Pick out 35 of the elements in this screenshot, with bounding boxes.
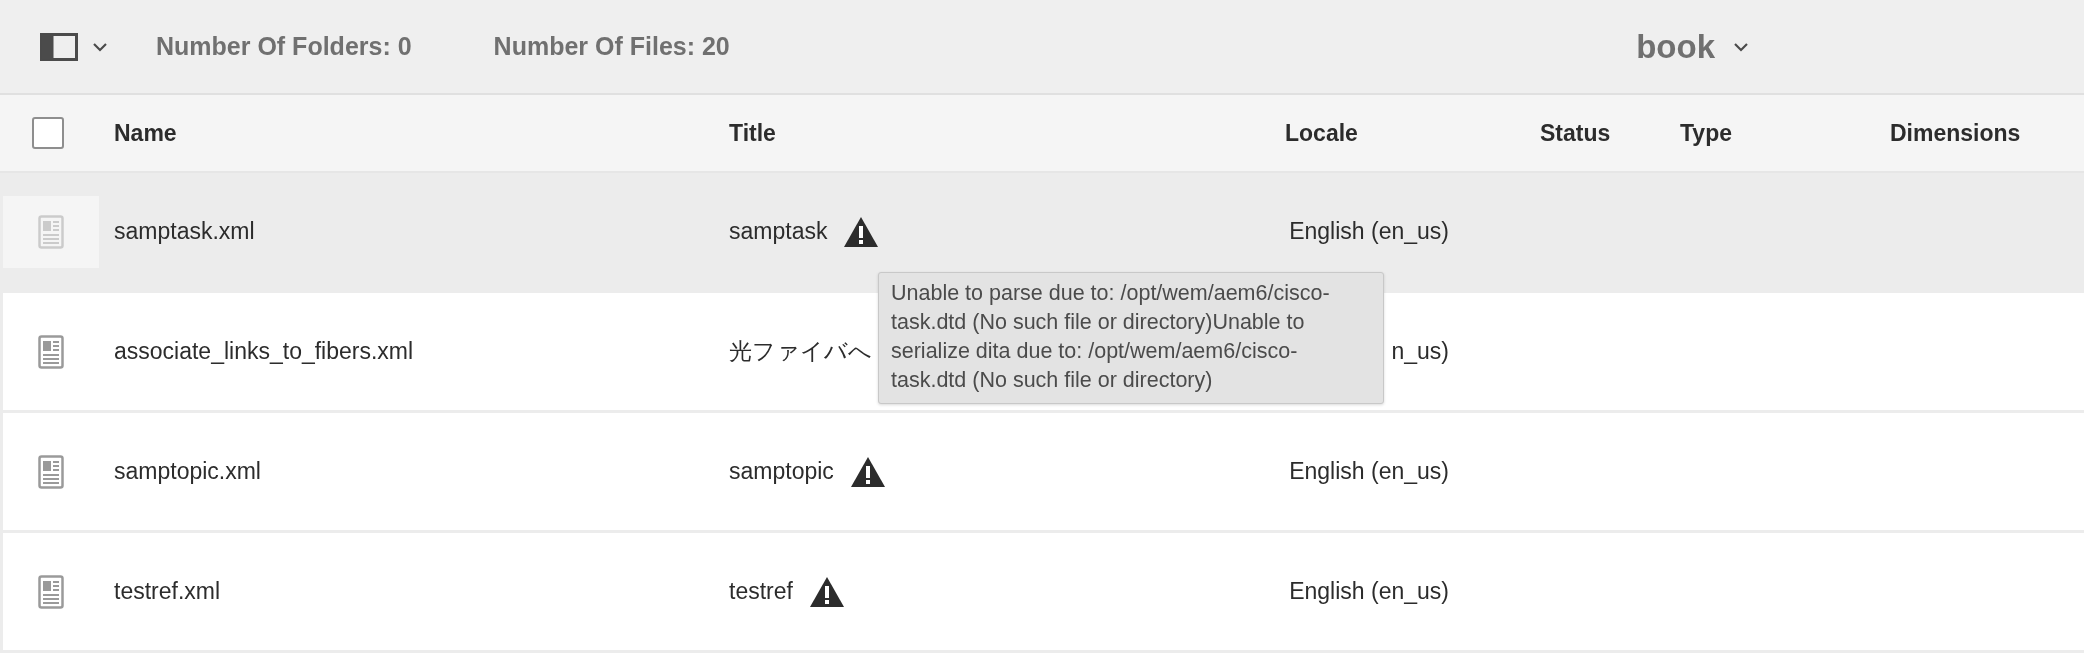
select-all-checkbox[interactable] [32,117,64,149]
locale-text: English (en_us) [1289,458,1449,485]
column-header[interactable]: Title [729,119,776,146]
chevron-down-icon [1733,41,1749,52]
column-header[interactable]: Status [1540,119,1611,146]
column-header[interactable]: Dimensions [1890,119,2021,146]
file-title: testref [729,578,793,605]
table-row[interactable]: samptopic.xml samptopic English (en_us) [0,413,2084,533]
document-icon [38,334,64,369]
rail-toggle-icon[interactable] [40,32,78,61]
locale-text: English (en_us) [1289,218,1449,245]
warning-icon [849,455,886,488]
column-header[interactable]: Locale [1285,119,1358,146]
document-icon [38,214,64,249]
locale-text: n_us) [1391,338,1449,365]
warning-icon [843,215,880,248]
file-name: samptask.xml [114,218,255,245]
file-title: samptopic [729,458,834,485]
document-icon [38,574,64,609]
file-name: associate_links_to_fibers.xml [114,338,414,365]
locale-text: English (en_us) [1289,578,1449,605]
table-row[interactable]: testref.xml testref English (en_us) [0,533,2084,653]
collection-title[interactable]: book [1636,27,1715,66]
column-header[interactable]: Name [114,119,177,146]
column-header[interactable]: Type [1680,119,1732,146]
document-icon [38,454,64,489]
file-name: testref.xml [114,578,221,605]
file-count: Number Of Files: 20 [493,32,730,61]
warning-icon [808,575,845,608]
chevron-down-icon [92,41,108,52]
file-title: 光ファイバへ [729,337,872,366]
error-tooltip: Unable to parse due to: /opt/wem/aem6/cisco-task.dtd (No such file or directory)Unable to serialize dita due to: /opt/wem/aem6/cisco-task.dtd (No such file or directory) [878,272,1384,404]
file-title: samptask [729,218,828,245]
file-name: samptopic.xml [114,458,261,485]
folder-count: Number Of Folders: 0 [156,32,412,61]
